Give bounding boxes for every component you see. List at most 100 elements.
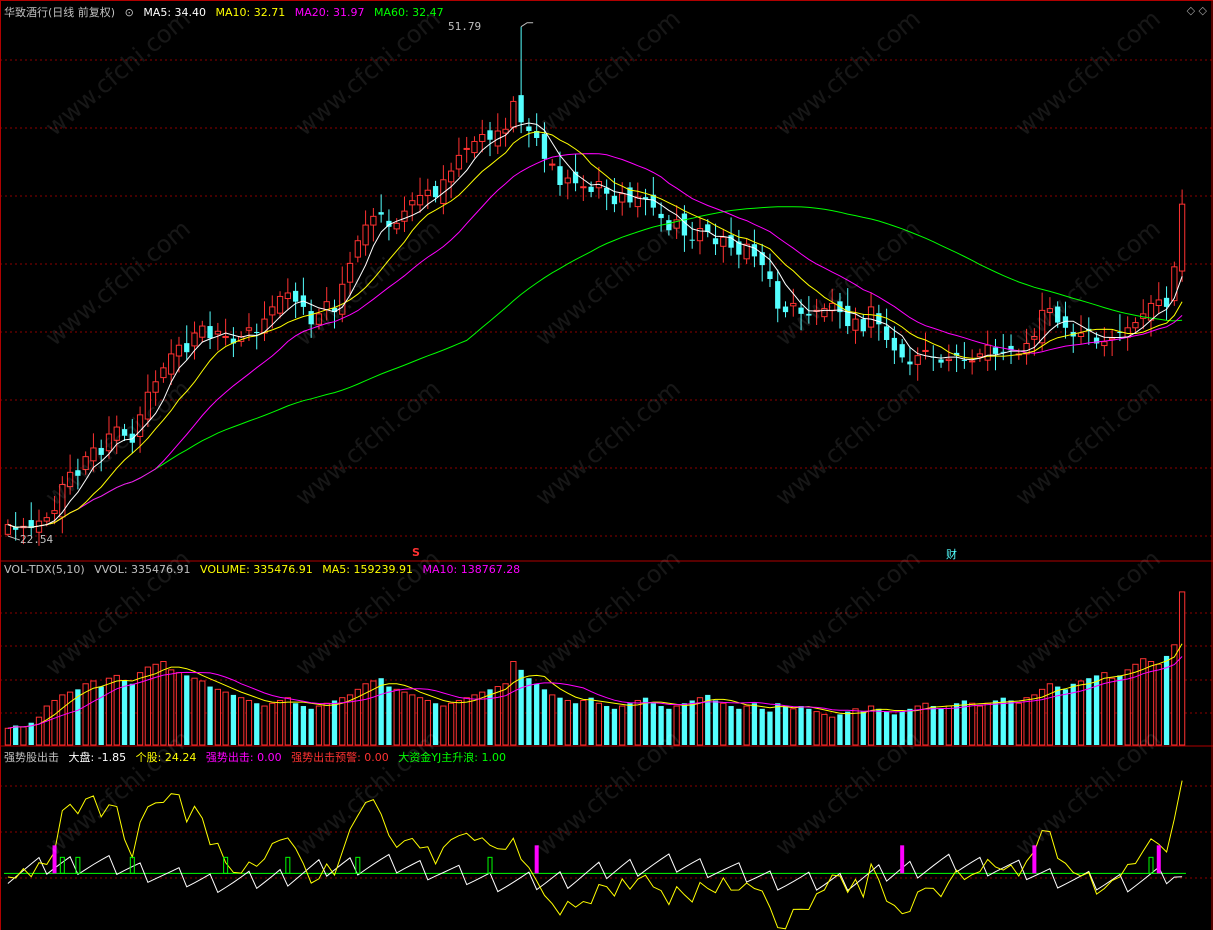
- volume-bar: [696, 697, 704, 746]
- candle-body: [184, 343, 190, 353]
- volume-bar: [300, 706, 307, 745]
- volume-bar: [580, 699, 587, 746]
- volume-bar: [658, 706, 664, 745]
- panel-diamond-icon[interactable]: ◇ ◇: [1187, 4, 1207, 17]
- volume-bar: [829, 716, 836, 746]
- volume-bar: [129, 683, 135, 745]
- s-marker[interactable]: S: [412, 546, 420, 559]
- vol-indicator-name[interactable]: VOL-TDX(5,10): [4, 563, 85, 576]
- volume-bar: [479, 691, 486, 746]
- candle-body: [907, 361, 913, 365]
- candle-body: [75, 470, 81, 476]
- volume-bar: [1178, 591, 1186, 746]
- volume-bar: [378, 678, 384, 745]
- finance-marker[interactable]: 财: [946, 546, 957, 562]
- volume-bar: [471, 694, 478, 746]
- candle-body: [1155, 299, 1162, 307]
- candle-body: [751, 244, 758, 257]
- volume-bar: [1117, 675, 1123, 745]
- volume-bar: [689, 700, 695, 745]
- candle-body: [580, 186, 587, 189]
- candle-body: [479, 134, 486, 142]
- volume-bar: [424, 699, 431, 746]
- candle-body: [378, 212, 384, 215]
- volume-bar: [1031, 694, 1038, 746]
- volume-bar: [455, 699, 463, 746]
- candle-body: [689, 239, 695, 241]
- volume-bar: [1062, 689, 1069, 745]
- candle-body: [588, 186, 594, 192]
- candle-body: [269, 306, 276, 316]
- candle-body: [416, 194, 424, 206]
- candle-body: [144, 391, 152, 420]
- candle-body: [1163, 297, 1170, 307]
- volume-bar: [914, 705, 921, 746]
- volume-bar: [292, 703, 299, 745]
- ma60-line: [7, 206, 1183, 528]
- main-wave-signal: [1148, 856, 1154, 874]
- volume-bar: [230, 694, 237, 745]
- vvol-label: VVOL: 335476.91: [94, 563, 191, 576]
- high-price-label: 51.79: [448, 20, 482, 33]
- volume-bar: [35, 716, 43, 746]
- candle-body: [984, 344, 991, 361]
- volume-bar: [634, 699, 641, 746]
- candle-body: [922, 349, 929, 352]
- volume-bar: [323, 702, 330, 746]
- volume-bar: [191, 677, 198, 746]
- volume-bar: [720, 702, 727, 746]
- volume-bar: [463, 697, 470, 746]
- volume-ma10-line: [7, 656, 1183, 729]
- volume-bar: [269, 702, 276, 746]
- volume-bar: [432, 703, 439, 745]
- indicator-header: 强势股出击 大盘: -1.85 个股: 24.24 强势出击: 0.00 强势出…: [4, 749, 512, 765]
- candle-body: [284, 292, 291, 300]
- stock-title[interactable]: 华致酒行(日线 前复权): [4, 6, 115, 19]
- candle-body: [152, 381, 159, 393]
- chart-canvas[interactable]: [0, 0, 1213, 930]
- low-pointer: [7, 535, 21, 541]
- volume-bar: [541, 689, 548, 745]
- volume-bar: [261, 705, 268, 746]
- candle-body: [845, 305, 851, 327]
- volume-bar: [20, 726, 27, 746]
- candle-body: [1046, 308, 1054, 313]
- qsyj-label: 强势出击预警: 0.00: [291, 751, 389, 764]
- candle-body: [502, 128, 509, 134]
- candle-body: [393, 222, 400, 230]
- candle-body: [455, 154, 463, 170]
- volume-bar: [1124, 669, 1131, 746]
- volume-bar: [66, 691, 74, 746]
- candle-body: [1132, 322, 1139, 329]
- volume-bar: [876, 708, 882, 745]
- ma10-label: MA10: 32.71: [215, 6, 286, 19]
- volume-header: VOL-TDX(5,10) VVOL: 335476.91 VOLUME: 33…: [4, 563, 526, 576]
- volume-bar: [98, 686, 104, 745]
- ma20-label: MA20: 31.97: [294, 6, 365, 19]
- candle-body: [401, 210, 408, 222]
- ma5-label: MA5: 34.40: [143, 6, 207, 19]
- candle-body: [105, 433, 113, 452]
- strong-signal-bar: [52, 845, 57, 874]
- candle-body: [728, 235, 734, 248]
- candle-body: [207, 326, 213, 339]
- candle-body: [43, 517, 50, 522]
- indicator-name[interactable]: 强势股出击: [4, 751, 59, 764]
- volume-bar: [992, 700, 999, 745]
- candle-body: [518, 95, 524, 123]
- candle-body: [98, 447, 104, 455]
- chevron-down-icon[interactable]: ⊙: [125, 6, 134, 19]
- candle-body: [1077, 332, 1085, 338]
- volume-bar: [51, 699, 58, 746]
- volume-bar: [199, 680, 206, 746]
- candle-body: [1031, 336, 1038, 340]
- djz-label: 大资金YJ主升浪: 1.00: [398, 751, 506, 764]
- ma20-line: [7, 153, 1183, 528]
- volume-bar: [938, 708, 944, 745]
- volume-bar: [969, 702, 976, 746]
- candle-body: [712, 238, 719, 245]
- volume-bar: [782, 706, 789, 745]
- volume-bar: [276, 699, 284, 746]
- volume-bar: [837, 714, 843, 745]
- volume-bar: [160, 661, 167, 746]
